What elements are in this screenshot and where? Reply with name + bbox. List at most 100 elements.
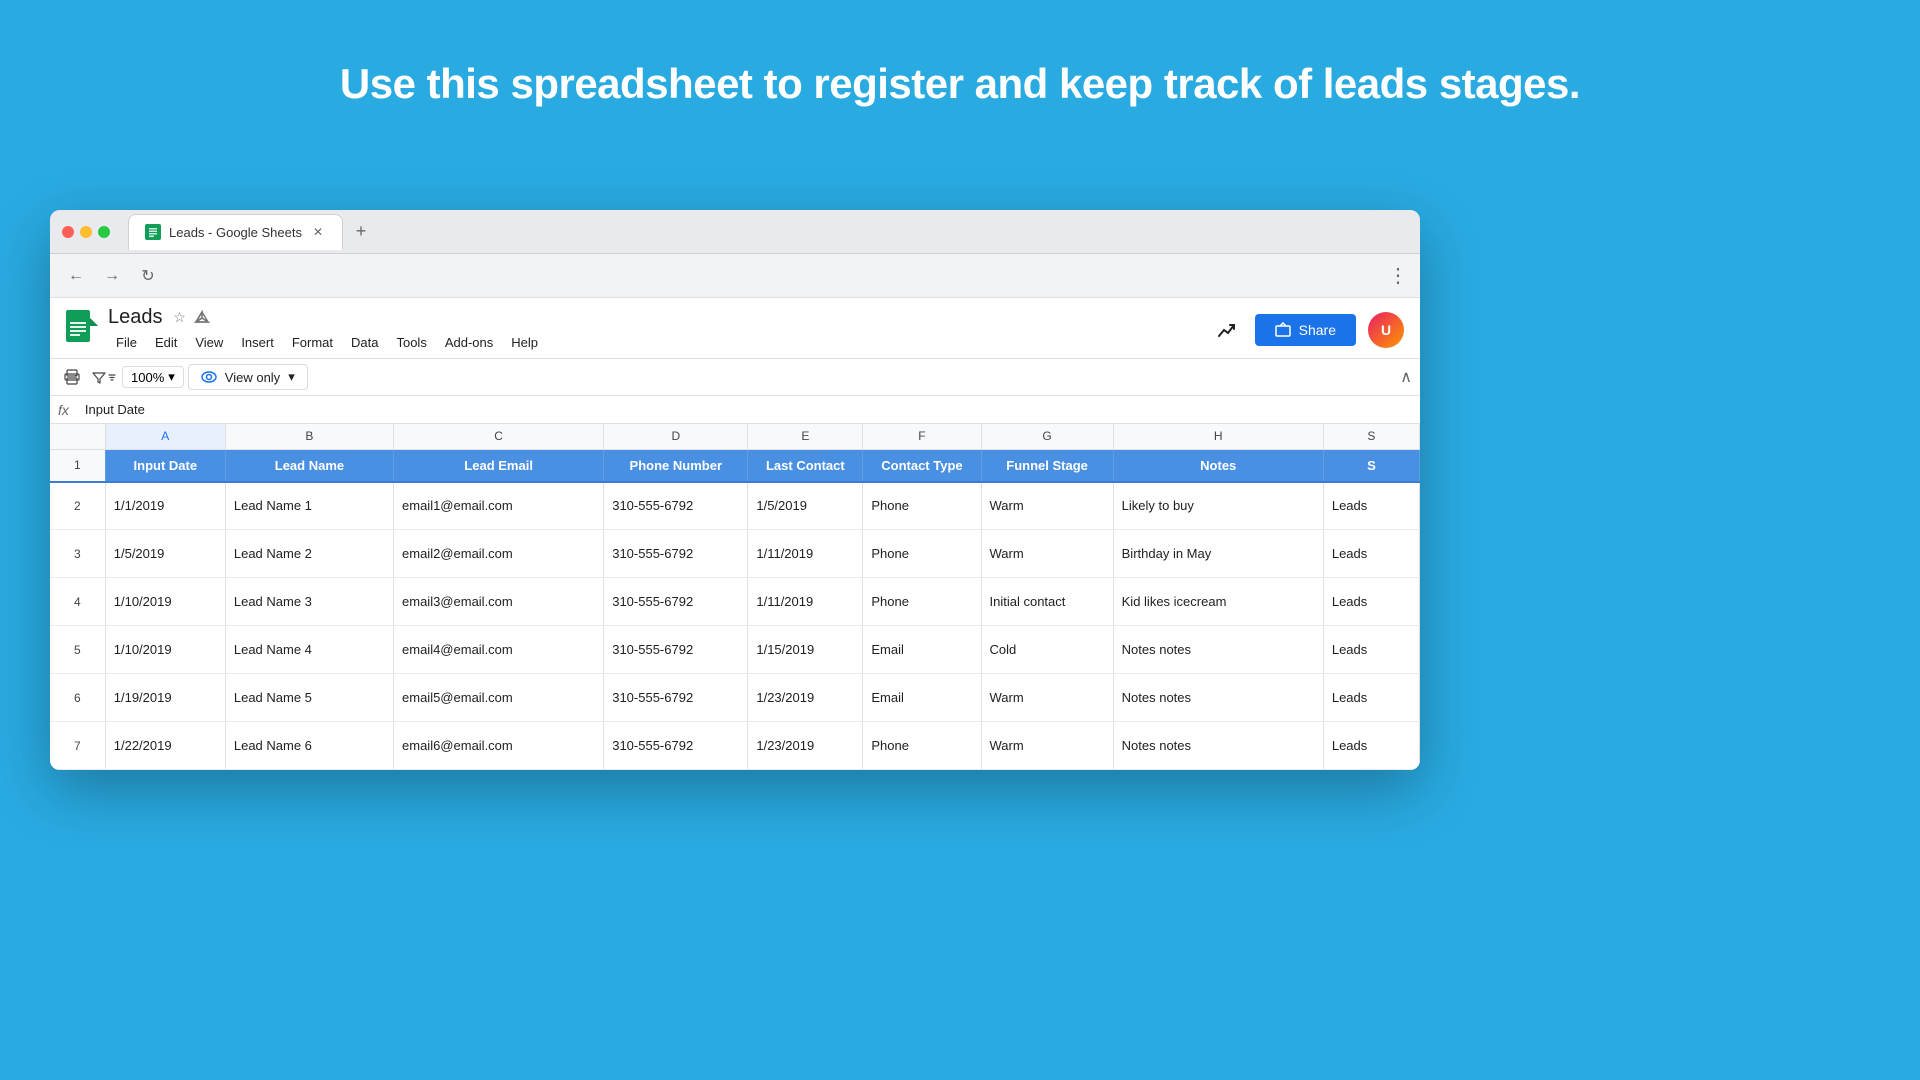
- maximize-window-button[interactable]: [98, 226, 110, 238]
- col-header-g[interactable]: G: [981, 424, 1113, 449]
- cell-lastcontact-1[interactable]: 1/11/2019: [748, 530, 863, 578]
- cell-contacttype-3[interactable]: Email: [863, 626, 981, 674]
- cell-phone-2[interactable]: 310-555-6792: [604, 578, 748, 626]
- cell-name-2[interactable]: Lead Name 3: [225, 578, 393, 626]
- tab-close-button[interactable]: ✕: [310, 224, 326, 240]
- cell-lastcontact-5[interactable]: 1/23/2019: [748, 722, 863, 770]
- cell-phone-1[interactable]: 310-555-6792: [604, 530, 748, 578]
- cell-funnel-3[interactable]: Cold: [981, 626, 1113, 674]
- col-header-i[interactable]: S: [1323, 424, 1419, 449]
- cell-name-0[interactable]: Lead Name 1: [225, 482, 393, 530]
- cell-tag-4[interactable]: Leads: [1323, 674, 1419, 722]
- cell-phone-5[interactable]: 310-555-6792: [604, 722, 748, 770]
- cell-date-3[interactable]: 1/10/2019: [105, 626, 225, 674]
- cell-notes-1[interactable]: Birthday in May: [1113, 530, 1323, 578]
- print-button[interactable]: [58, 363, 86, 391]
- cell-notes-4[interactable]: Notes notes: [1113, 674, 1323, 722]
- cell-email-5[interactable]: email6@email.com: [394, 722, 604, 770]
- menu-file[interactable]: File: [108, 331, 145, 354]
- col-header-h[interactable]: H: [1113, 424, 1323, 449]
- menu-help[interactable]: Help: [503, 331, 546, 354]
- header-lead-name[interactable]: Lead Name: [225, 449, 393, 482]
- menu-data[interactable]: Data: [343, 331, 386, 354]
- cell-funnel-5[interactable]: Warm: [981, 722, 1113, 770]
- filter-button[interactable]: [90, 363, 118, 391]
- header-lead-email[interactable]: Lead Email: [394, 449, 604, 482]
- menu-tools[interactable]: Tools: [388, 331, 434, 354]
- cell-contacttype-0[interactable]: Phone: [863, 482, 981, 530]
- activity-icon[interactable]: [1211, 314, 1243, 346]
- cell-date-4[interactable]: 1/19/2019: [105, 674, 225, 722]
- menu-edit[interactable]: Edit: [147, 331, 185, 354]
- cell-contacttype-1[interactable]: Phone: [863, 530, 981, 578]
- view-only-button[interactable]: View only ▾: [188, 364, 308, 390]
- cell-lastcontact-0[interactable]: 1/5/2019: [748, 482, 863, 530]
- col-header-e[interactable]: E: [748, 424, 863, 449]
- refresh-button[interactable]: ↻: [134, 262, 162, 290]
- cell-name-1[interactable]: Lead Name 2: [225, 530, 393, 578]
- cell-tag-0[interactable]: Leads: [1323, 482, 1419, 530]
- formula-input[interactable]: [81, 398, 1412, 421]
- menu-format[interactable]: Format: [284, 331, 341, 354]
- menu-view[interactable]: View: [187, 331, 231, 354]
- cell-notes-3[interactable]: Notes notes: [1113, 626, 1323, 674]
- cell-notes-0[interactable]: Likely to buy: [1113, 482, 1323, 530]
- cell-name-3[interactable]: Lead Name 4: [225, 626, 393, 674]
- cell-phone-3[interactable]: 310-555-6792: [604, 626, 748, 674]
- cell-date-0[interactable]: 1/1/2019: [105, 482, 225, 530]
- cell-lastcontact-4[interactable]: 1/23/2019: [748, 674, 863, 722]
- col-header-b[interactable]: B: [225, 424, 393, 449]
- cell-email-0[interactable]: email1@email.com: [394, 482, 604, 530]
- user-avatar[interactable]: U: [1368, 312, 1404, 348]
- close-window-button[interactable]: [62, 226, 74, 238]
- header-funnel-stage[interactable]: Funnel Stage: [981, 449, 1113, 482]
- active-tab[interactable]: Leads - Google Sheets ✕: [128, 214, 343, 250]
- new-tab-button[interactable]: +: [347, 218, 375, 246]
- cell-email-2[interactable]: email3@email.com: [394, 578, 604, 626]
- cell-funnel-1[interactable]: Warm: [981, 530, 1113, 578]
- cell-phone-4[interactable]: 310-555-6792: [604, 674, 748, 722]
- forward-button[interactable]: →: [98, 262, 126, 290]
- cell-funnel-0[interactable]: Warm: [981, 482, 1113, 530]
- cell-email-3[interactable]: email4@email.com: [394, 626, 604, 674]
- header-status[interactable]: S: [1323, 449, 1419, 482]
- minimize-window-button[interactable]: [80, 226, 92, 238]
- cell-name-4[interactable]: Lead Name 5: [225, 674, 393, 722]
- cell-notes-2[interactable]: Kid likes icecream: [1113, 578, 1323, 626]
- cell-lastcontact-3[interactable]: 1/15/2019: [748, 626, 863, 674]
- header-input-date[interactable]: Input Date: [105, 449, 225, 482]
- cell-notes-5[interactable]: Notes notes: [1113, 722, 1323, 770]
- browser-more-button[interactable]: ⋮: [1388, 263, 1408, 288]
- col-header-d[interactable]: D: [604, 424, 748, 449]
- cell-lastcontact-2[interactable]: 1/11/2019: [748, 578, 863, 626]
- share-button[interactable]: Share: [1255, 314, 1356, 346]
- cell-email-4[interactable]: email5@email.com: [394, 674, 604, 722]
- cell-tag-1[interactable]: Leads: [1323, 530, 1419, 578]
- menu-insert[interactable]: Insert: [233, 331, 282, 354]
- menu-addons[interactable]: Add-ons: [437, 331, 501, 354]
- cell-tag-5[interactable]: Leads: [1323, 722, 1419, 770]
- cell-contacttype-5[interactable]: Phone: [863, 722, 981, 770]
- header-phone-number[interactable]: Phone Number: [604, 449, 748, 482]
- cell-date-2[interactable]: 1/10/2019: [105, 578, 225, 626]
- cell-date-5[interactable]: 1/22/2019: [105, 722, 225, 770]
- drive-icon[interactable]: [193, 309, 211, 327]
- cell-email-1[interactable]: email2@email.com: [394, 530, 604, 578]
- spreadsheet-title[interactable]: Leads: [108, 306, 163, 329]
- star-icon[interactable]: ☆: [171, 309, 189, 327]
- header-contact-type[interactable]: Contact Type: [863, 449, 981, 482]
- cell-tag-3[interactable]: Leads: [1323, 626, 1419, 674]
- header-last-contact[interactable]: Last Contact: [748, 449, 863, 482]
- cell-funnel-2[interactable]: Initial contact: [981, 578, 1113, 626]
- cell-funnel-4[interactable]: Warm: [981, 674, 1113, 722]
- cell-phone-0[interactable]: 310-555-6792: [604, 482, 748, 530]
- col-header-f[interactable]: F: [863, 424, 981, 449]
- back-button[interactable]: ←: [62, 262, 90, 290]
- cell-date-1[interactable]: 1/5/2019: [105, 530, 225, 578]
- cell-name-5[interactable]: Lead Name 6: [225, 722, 393, 770]
- cell-contacttype-2[interactable]: Phone: [863, 578, 981, 626]
- zoom-select[interactable]: 100% ▾: [122, 366, 184, 388]
- cell-tag-2[interactable]: Leads: [1323, 578, 1419, 626]
- cell-contacttype-4[interactable]: Email: [863, 674, 981, 722]
- collapse-toolbar-button[interactable]: ∧: [1400, 367, 1412, 387]
